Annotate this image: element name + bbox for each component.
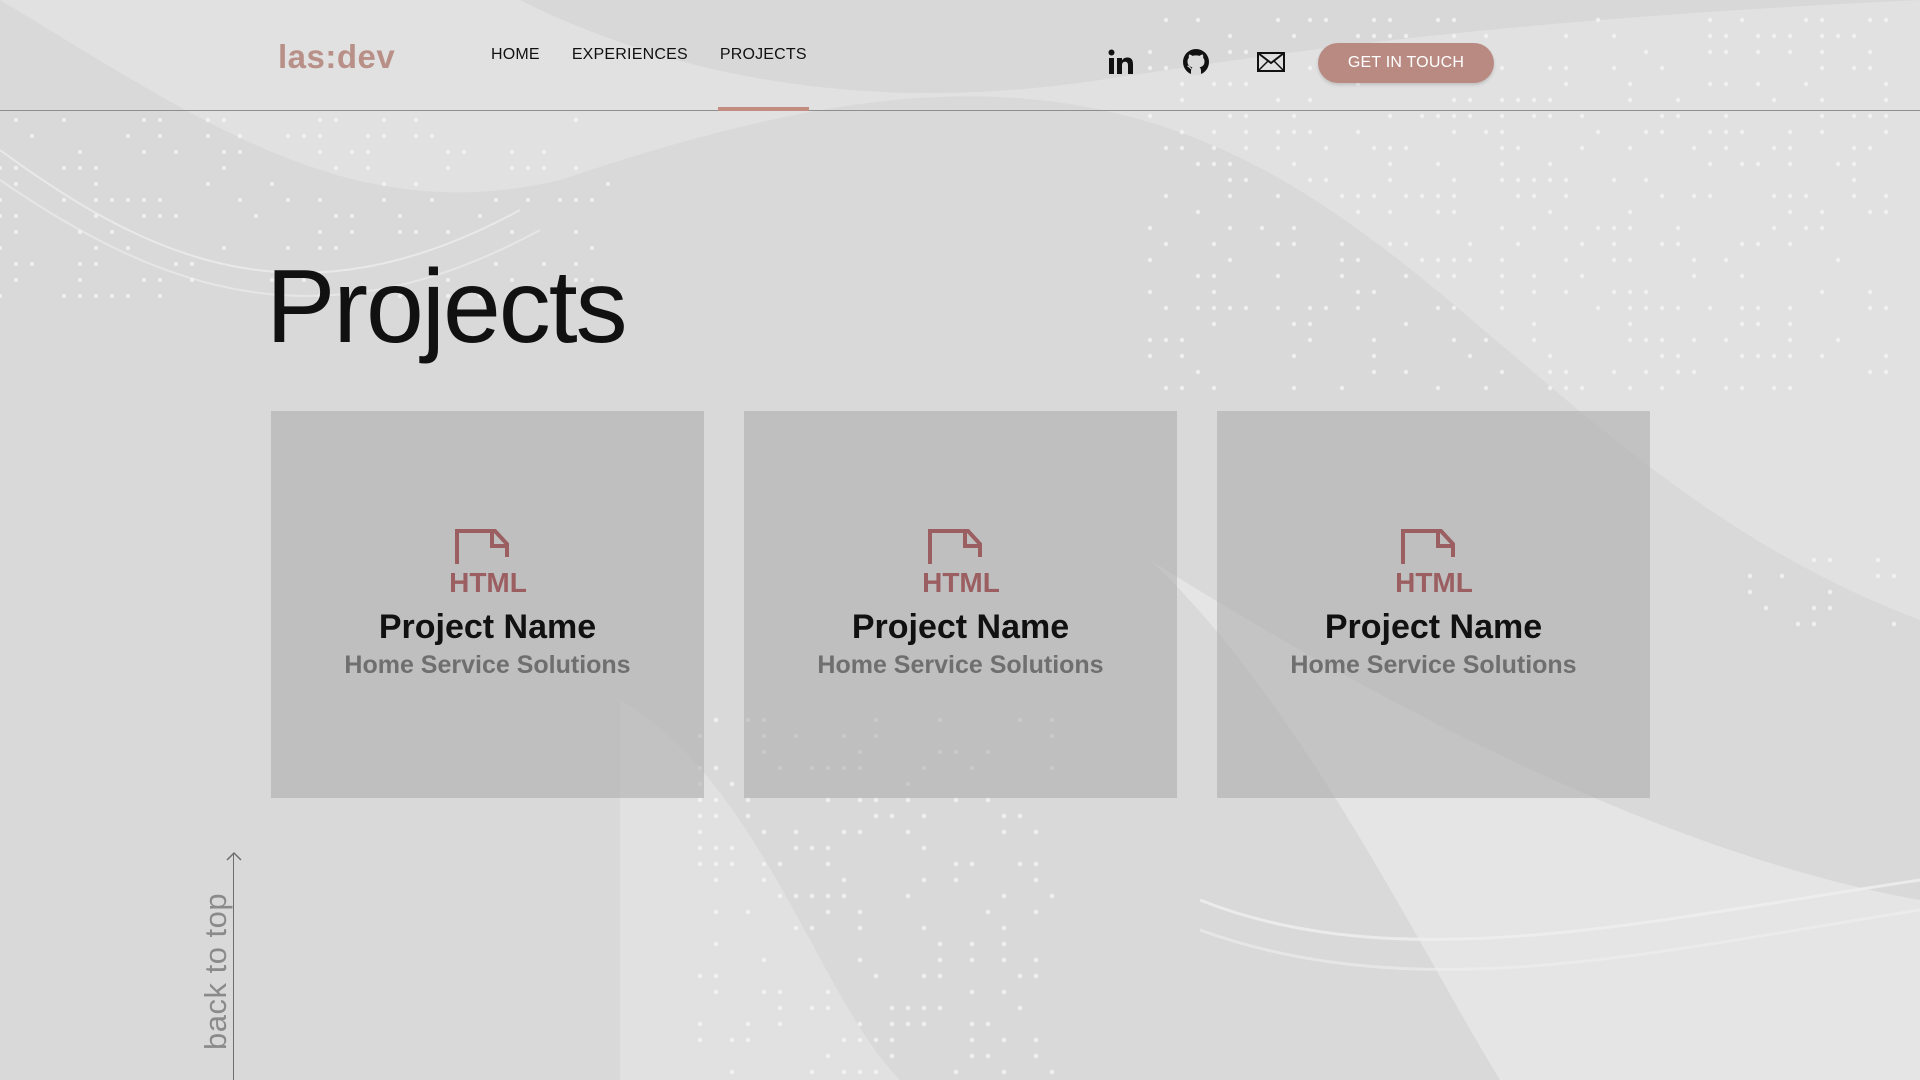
page-title: Projects [266,249,628,365]
arrow-up-icon [226,851,242,861]
html-file-icon: HTML [1395,528,1473,596]
github-icon[interactable] [1180,46,1212,78]
nav-experiences[interactable]: EXPERIENCES [556,0,704,110]
nav-projects[interactable]: PROJECTS [704,0,823,111]
html-file-icon: HTML [922,528,1000,596]
html-file-icon: HTML [449,528,527,596]
nav-home[interactable]: HOME [475,0,556,110]
project-name: Project Name [1324,607,1543,646]
get-in-touch-button[interactable]: GET IN TOUCH [1318,43,1494,83]
mail-icon[interactable] [1255,46,1287,78]
project-subtitle: Home Service Solutions [817,650,1104,679]
project-card[interactable]: HTML Project Name Home Service Solutions [1217,411,1650,798]
svg-text:HTML: HTML [1395,567,1473,596]
back-to-top-label: back to top [198,892,233,1050]
back-to-top-line [233,854,234,1080]
project-subtitle: Home Service Solutions [344,650,631,679]
project-card[interactable]: HTML Project Name Home Service Solutions [271,411,704,798]
project-name: Project Name [851,607,1070,646]
linkedin-icon[interactable] [1105,46,1137,78]
back-to-top-link[interactable]: back to top [190,850,250,1080]
project-cards: HTML Project Name Home Service Solutions… [271,411,1650,798]
site-logo[interactable]: las:dev [278,38,395,76]
project-name: Project Name [378,607,597,646]
svg-text:HTML: HTML [922,567,1000,596]
svg-text:HTML: HTML [449,567,527,596]
main-nav: HOME EXPERIENCES PROJECTS [475,0,823,111]
project-subtitle: Home Service Solutions [1290,650,1577,679]
project-card[interactable]: HTML Project Name Home Service Solutions [744,411,1177,798]
top-navbar: las:dev HOME EXPERIENCES PROJECTS GET IN… [0,0,1920,111]
